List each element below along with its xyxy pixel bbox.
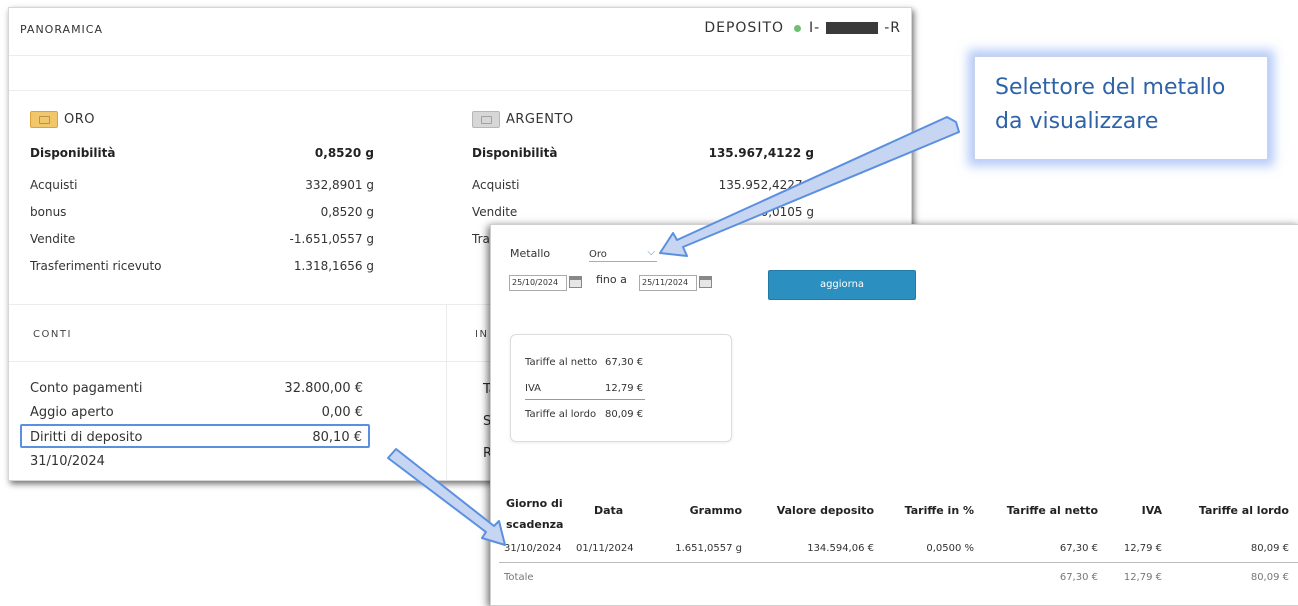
arrow-to-metal-selector — [659, 116, 960, 257]
annotation-arrows — [387, 116, 960, 546]
arrow-to-fees-table — [387, 448, 506, 546]
